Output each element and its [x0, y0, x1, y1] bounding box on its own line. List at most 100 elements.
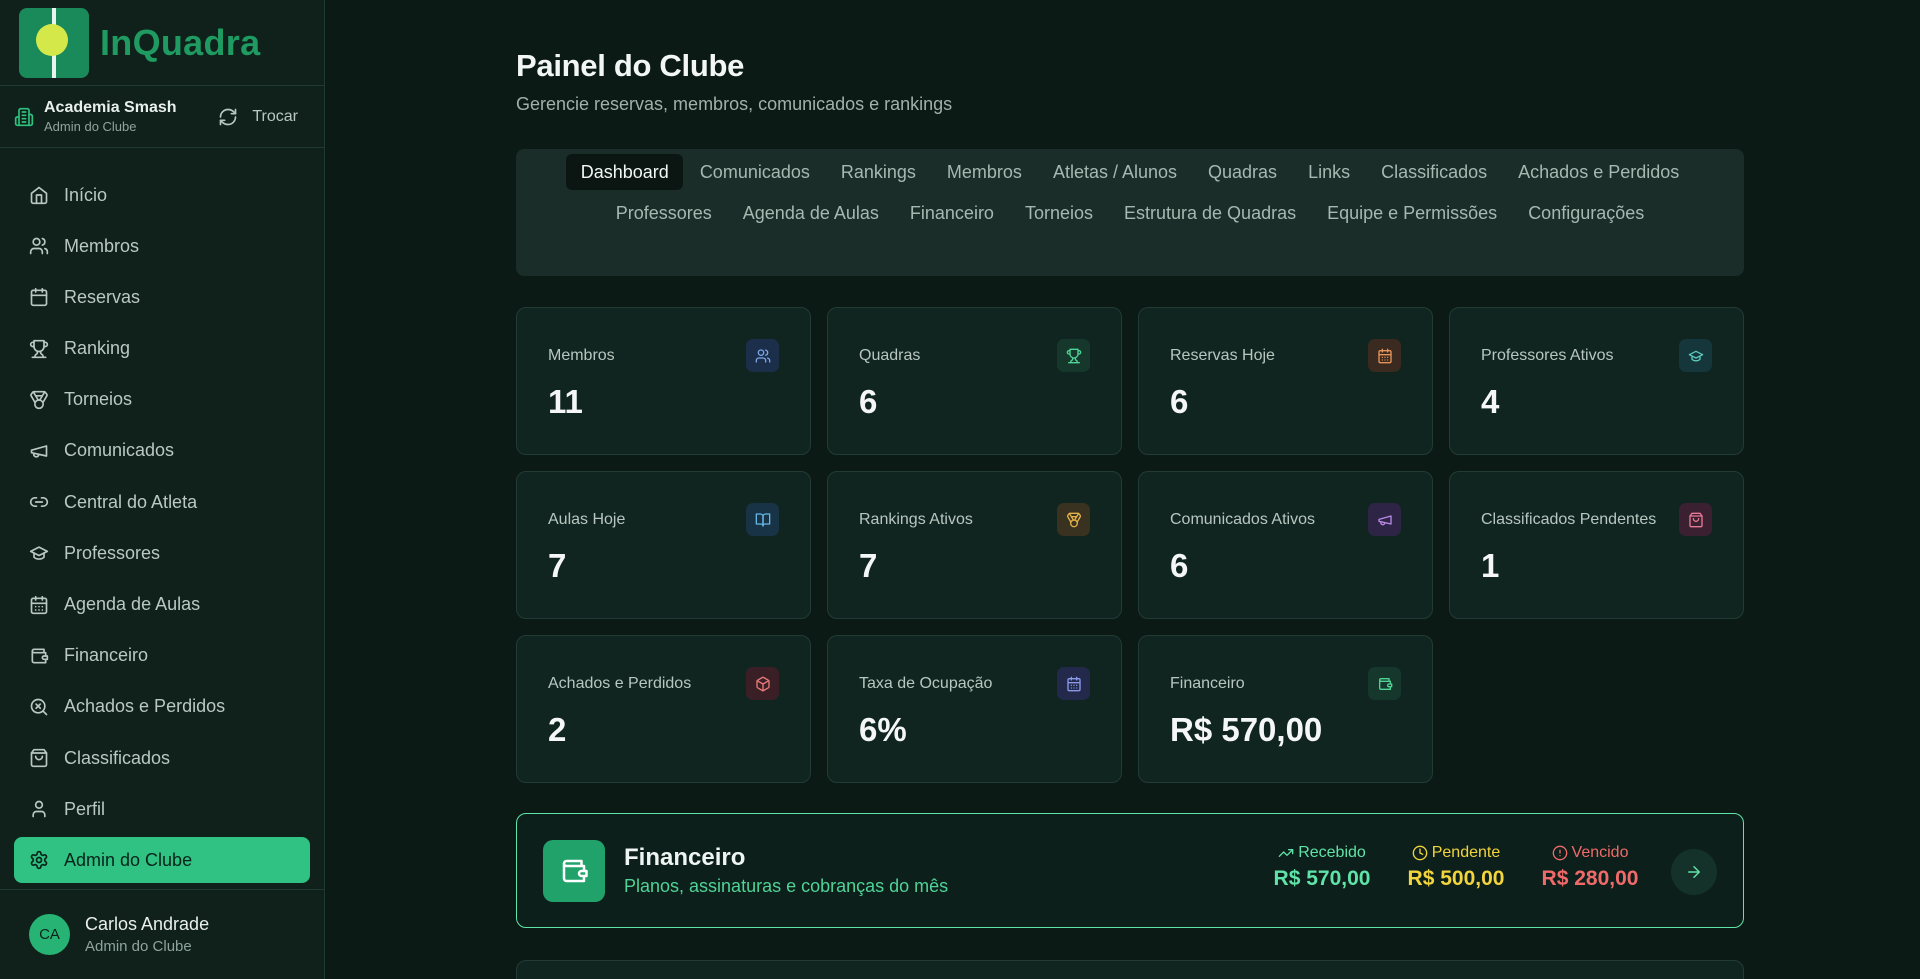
stat-value: 6 — [1170, 383, 1189, 420]
finance-title: Financeiro — [624, 844, 746, 871]
stat-card-financeiro: Financeiro R$ 570,00 — [1138, 635, 1433, 783]
users-icon — [746, 339, 779, 372]
arrow-right-icon[interactable] — [1671, 849, 1717, 895]
book-open-icon — [746, 503, 779, 536]
stat-card-membros: Membros 11 — [516, 307, 811, 455]
stat-card-taxa-de-ocupacao: Taxa de Ocupação 6% — [827, 635, 1122, 783]
tab-estrutura-de-quadras[interactable]: Estrutura de Quadras — [1110, 195, 1311, 231]
sidebar-item-label: Agenda de Aulas — [64, 594, 201, 614]
club-name: Academia Smash — [44, 99, 177, 116]
calendar-icon — [1368, 339, 1401, 372]
stat-label: Membros — [548, 347, 615, 364]
stat-card-reservas-hoje: Reservas Hoje 6 — [1138, 307, 1433, 455]
sidebar-item-professores[interactable]: Professores — [14, 530, 310, 576]
stat-label: Classificados Pendentes — [1481, 511, 1657, 528]
user-profile[interactable]: CA Carlos Andrade Admin do Clube — [0, 889, 324, 979]
stat-label: Aulas Hoje — [548, 511, 626, 528]
tab-quadras[interactable]: Quadras — [1194, 154, 1292, 190]
tab-comunicados[interactable]: Comunicados — [685, 154, 824, 190]
sidebar-item-torneios[interactable]: Torneios — [14, 377, 310, 423]
stat-value: 11 — [548, 383, 583, 420]
clock-icon — [1412, 845, 1428, 861]
tab-equipe-e-permissoes[interactable]: Equipe e Permissões — [1313, 195, 1512, 231]
sidebar-item-membros[interactable]: Membros — [14, 223, 310, 269]
sidebar-item-reservas[interactable]: Reservas — [14, 274, 310, 320]
sidebar-item-classificados[interactable]: Classificados — [14, 735, 310, 781]
stat-value: 6 — [859, 383, 878, 420]
stat-label: Taxa de Ocupação — [859, 675, 993, 692]
brand[interactable]: InQuadra — [0, 0, 324, 86]
wallet-icon — [1368, 667, 1401, 700]
building-icon — [14, 107, 34, 126]
stat-card-aulas-hoje: Aulas Hoje 7 — [516, 471, 811, 619]
search-x-icon — [30, 698, 48, 716]
wallet-icon — [543, 840, 605, 902]
gear-icon — [30, 851, 48, 870]
stat-value: 7 — [859, 547, 878, 584]
finance-subtitle: Planos, assinaturas e cobranças do mês — [624, 876, 949, 896]
sidebar-item-agenda-de-aulas[interactable]: Agenda de Aulas — [14, 582, 310, 628]
tab-links[interactable]: Links — [1294, 154, 1365, 190]
tab-agenda-de-aulas[interactable]: Agenda de Aulas — [728, 195, 893, 231]
stat-label: Achados e Perdidos — [548, 675, 692, 692]
home-icon — [30, 186, 48, 205]
stat-label: Rankings Ativos — [859, 511, 973, 528]
sidebar-item-financeiro[interactable]: Financeiro — [14, 633, 310, 679]
tab-financeiro[interactable]: Financeiro — [895, 195, 1008, 231]
brand-name: InQuadra — [100, 21, 261, 63]
page-subtitle: Gerencie reservas, membros, comunicados … — [516, 94, 953, 114]
sidebar: InQuadra Academia Smash Admin do Clube T… — [0, 0, 325, 979]
tab-classificados[interactable]: Classificados — [1367, 154, 1502, 190]
link-icon — [29, 497, 49, 508]
sidebar-item-label: Professores — [64, 542, 161, 563]
finance-received-label: Recebido — [1298, 844, 1366, 861]
switch-club-button[interactable]: Trocar — [218, 107, 298, 127]
calendar-days-icon — [30, 595, 48, 614]
package-icon — [746, 667, 779, 700]
sidebar-item-label: Perfil — [64, 798, 106, 819]
stat-card-quadras: Quadras 6 — [827, 307, 1122, 455]
sidebar-item-central-do-atleta[interactable]: Central do Atleta — [14, 479, 310, 525]
tab-rankings[interactable]: Rankings — [826, 154, 930, 190]
sidebar-item-achados-e-perdidos[interactable]: Achados e Perdidos — [14, 684, 310, 730]
wallet-icon — [31, 648, 49, 664]
stat-value: R$ 570,00 — [1170, 711, 1323, 748]
tab-torneios[interactable]: Torneios — [1010, 195, 1107, 231]
tab-atletas-alunos[interactable]: Atletas / Alunos — [1038, 154, 1191, 190]
sidebar-item-perfil[interactable]: Perfil — [14, 786, 310, 832]
finance-overdue-value: R$ 280,00 — [1541, 867, 1639, 890]
stat-label: Quadras — [859, 347, 921, 364]
avatar: CA — [29, 914, 70, 955]
finance-overdue-label: Vencido — [1571, 844, 1629, 861]
finance-overdue: Vencido R$ 280,00 — [1534, 844, 1646, 891]
sidebar-item-label: Achados e Perdidos — [64, 696, 226, 717]
stat-card-rankings-ativos: Rankings Ativos 7 — [827, 471, 1122, 619]
calendar-days-icon — [1057, 667, 1090, 700]
sidebar-item-ranking[interactable]: Ranking — [14, 326, 310, 372]
sidebar-item-comunicados[interactable]: Comunicados — [14, 428, 310, 474]
stat-label: Comunicados Ativos — [1170, 511, 1315, 528]
shopping-bag-icon — [1679, 503, 1712, 536]
sidebar-item-label: Financeiro — [64, 645, 149, 666]
graduation-cap-icon — [1679, 339, 1712, 372]
stat-value: 6% — [859, 711, 907, 748]
finance-pending-value: R$ 500,00 — [1407, 867, 1505, 890]
finance-pending-label: Pendente — [1431, 844, 1501, 861]
sidebar-item-admin-do-clube[interactable]: Admin do Clube — [14, 837, 310, 884]
tab-configuracoes[interactable]: Configurações — [1514, 195, 1659, 231]
next-section-card — [516, 960, 1744, 979]
sidebar-item-label: Torneios — [64, 389, 133, 410]
tab-achados-e-perdidos[interactable]: Achados e Perdidos — [1504, 154, 1694, 190]
switch-label: Trocar — [252, 107, 298, 125]
stat-card-classificados-pendentes: Classificados Pendentes 1 — [1449, 471, 1744, 619]
tab-professores[interactable]: Professores — [601, 195, 726, 231]
finance-pending: Pendente R$ 500,00 — [1400, 844, 1512, 891]
user-role: Admin do Clube — [85, 938, 192, 955]
stat-card-achados-e-perdidos: Achados e Perdidos 2 — [516, 635, 811, 783]
tab-membros[interactable]: Membros — [932, 154, 1036, 190]
tab-dashboard[interactable]: Dashboard — [566, 154, 684, 190]
finance-summary-banner[interactable]: Financeiro Planos, assinaturas e cobranç… — [516, 813, 1744, 928]
sidebar-item-inicio[interactable]: Início — [14, 172, 310, 218]
finance-received-value: R$ 570,00 — [1273, 867, 1371, 890]
medal-icon — [1057, 503, 1090, 536]
